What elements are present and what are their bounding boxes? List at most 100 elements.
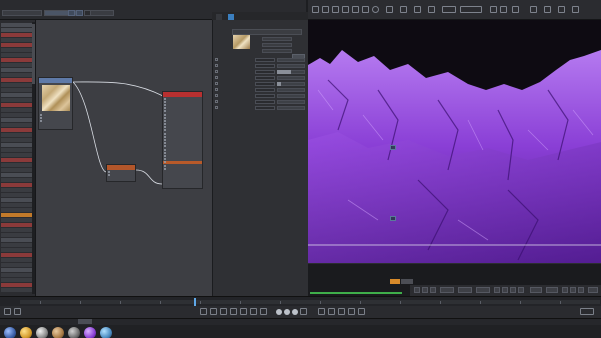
camera-dropdown[interactable] bbox=[460, 6, 482, 13]
param-slider[interactable] bbox=[277, 93, 305, 98]
list-item[interactable] bbox=[1, 33, 34, 37]
render-icon[interactable] bbox=[372, 6, 379, 13]
rotate-icon[interactable] bbox=[332, 6, 339, 13]
param-value[interactable] bbox=[255, 63, 275, 68]
node-port[interactable] bbox=[39, 119, 72, 123]
node-mode-button-1[interactable] bbox=[68, 10, 75, 16]
scale-key-icon[interactable] bbox=[338, 308, 345, 315]
list-item[interactable] bbox=[1, 73, 34, 77]
list-item[interactable] bbox=[1, 218, 34, 222]
param-checkbox[interactable] bbox=[215, 105, 218, 109]
list-item[interactable] bbox=[1, 88, 34, 92]
menu-item-selected[interactable] bbox=[78, 319, 92, 324]
attribute-field[interactable] bbox=[262, 43, 292, 47]
param-checkbox[interactable] bbox=[215, 69, 218, 73]
go-end-icon[interactable] bbox=[260, 308, 267, 315]
stop-icon[interactable] bbox=[500, 6, 507, 13]
next-key-icon[interactable] bbox=[250, 308, 257, 315]
list-item[interactable] bbox=[1, 53, 34, 57]
tool-icon[interactable] bbox=[578, 287, 584, 293]
param-checkbox[interactable] bbox=[215, 81, 218, 85]
list-item[interactable] bbox=[1, 83, 34, 87]
go-start-icon[interactable] bbox=[200, 308, 207, 315]
list-item[interactable] bbox=[1, 208, 34, 212]
list-item[interactable] bbox=[1, 103, 34, 107]
material-list-scroll-thumb[interactable] bbox=[32, 24, 35, 84]
param-slider[interactable] bbox=[277, 63, 305, 68]
list-item[interactable] bbox=[1, 253, 34, 257]
texture-node[interactable] bbox=[38, 77, 73, 130]
param-value[interactable] bbox=[255, 81, 275, 86]
region-icon[interactable] bbox=[400, 6, 407, 13]
record-icon[interactable] bbox=[276, 309, 282, 315]
list-item[interactable] bbox=[1, 258, 34, 262]
param-slider[interactable] bbox=[277, 57, 305, 62]
layout-icon[interactable] bbox=[580, 308, 594, 315]
list-item[interactable] bbox=[1, 143, 34, 147]
pla-key-icon[interactable] bbox=[358, 308, 365, 315]
rotate-key-icon[interactable] bbox=[328, 308, 335, 315]
param-slider[interactable] bbox=[277, 105, 305, 110]
prev-key-icon[interactable] bbox=[210, 308, 217, 315]
param-slider[interactable] bbox=[277, 99, 305, 104]
frame-start-field[interactable] bbox=[4, 308, 11, 315]
render-settings-icon[interactable] bbox=[386, 6, 393, 13]
prev-frame-icon[interactable] bbox=[220, 308, 227, 315]
list-item[interactable] bbox=[1, 58, 34, 62]
list-item[interactable] bbox=[1, 248, 34, 252]
camera-icon[interactable] bbox=[312, 6, 319, 13]
menu-item[interactable] bbox=[64, 319, 68, 324]
record-icon[interactable] bbox=[430, 287, 436, 293]
lock-icon[interactable] bbox=[414, 6, 421, 13]
list-item[interactable] bbox=[1, 238, 34, 242]
list-item[interactable] bbox=[1, 188, 34, 192]
list-item[interactable] bbox=[1, 288, 34, 292]
field-box[interactable] bbox=[530, 287, 542, 293]
list-item[interactable] bbox=[1, 163, 34, 167]
material-ball[interactable] bbox=[20, 327, 32, 338]
settings-icon[interactable] bbox=[512, 6, 519, 13]
view-icon[interactable] bbox=[530, 6, 537, 13]
menu-item[interactable] bbox=[32, 319, 36, 324]
copy-icon[interactable] bbox=[428, 6, 435, 13]
list-item[interactable] bbox=[1, 68, 34, 72]
list-item[interactable] bbox=[1, 183, 34, 187]
list-item[interactable] bbox=[1, 228, 34, 232]
menu-item[interactable] bbox=[94, 319, 98, 324]
material-node[interactable] bbox=[162, 91, 203, 189]
display-mode-dropdown[interactable] bbox=[442, 6, 456, 13]
list-item[interactable] bbox=[1, 38, 34, 42]
grid-icon[interactable] bbox=[362, 6, 369, 13]
param-checkbox[interactable] bbox=[215, 99, 218, 103]
node-editor-tab-1[interactable] bbox=[2, 10, 42, 16]
node-port[interactable] bbox=[107, 173, 135, 176]
param-value[interactable] bbox=[255, 99, 275, 104]
node-port[interactable] bbox=[163, 167, 202, 170]
list-item[interactable] bbox=[1, 203, 34, 207]
list-item[interactable] bbox=[1, 193, 34, 197]
list-item[interactable] bbox=[1, 178, 34, 182]
list-item[interactable] bbox=[1, 243, 34, 247]
list-item[interactable] bbox=[1, 133, 34, 137]
list-item[interactable] bbox=[1, 48, 34, 52]
list-item[interactable] bbox=[1, 128, 34, 132]
select-icon[interactable] bbox=[352, 6, 359, 13]
param-value[interactable] bbox=[255, 87, 275, 92]
menu-item[interactable] bbox=[4, 319, 8, 324]
param-value[interactable] bbox=[255, 75, 275, 80]
move-key-icon[interactable] bbox=[318, 308, 325, 315]
material-ball[interactable] bbox=[36, 327, 48, 338]
menu-item[interactable] bbox=[18, 319, 22, 324]
list-item[interactable] bbox=[1, 113, 34, 117]
material-ball[interactable] bbox=[100, 327, 112, 338]
timeline-playhead[interactable] bbox=[194, 298, 196, 306]
material-ball[interactable] bbox=[52, 327, 64, 338]
param-value[interactable] bbox=[255, 105, 275, 110]
scale-icon[interactable] bbox=[342, 6, 349, 13]
param-checkbox[interactable] bbox=[215, 57, 218, 61]
3d-viewport[interactable] bbox=[308, 20, 601, 263]
param-slider[interactable] bbox=[277, 87, 305, 92]
list-item[interactable] bbox=[1, 43, 34, 47]
list-item[interactable] bbox=[1, 78, 34, 82]
field-box[interactable] bbox=[476, 287, 490, 293]
